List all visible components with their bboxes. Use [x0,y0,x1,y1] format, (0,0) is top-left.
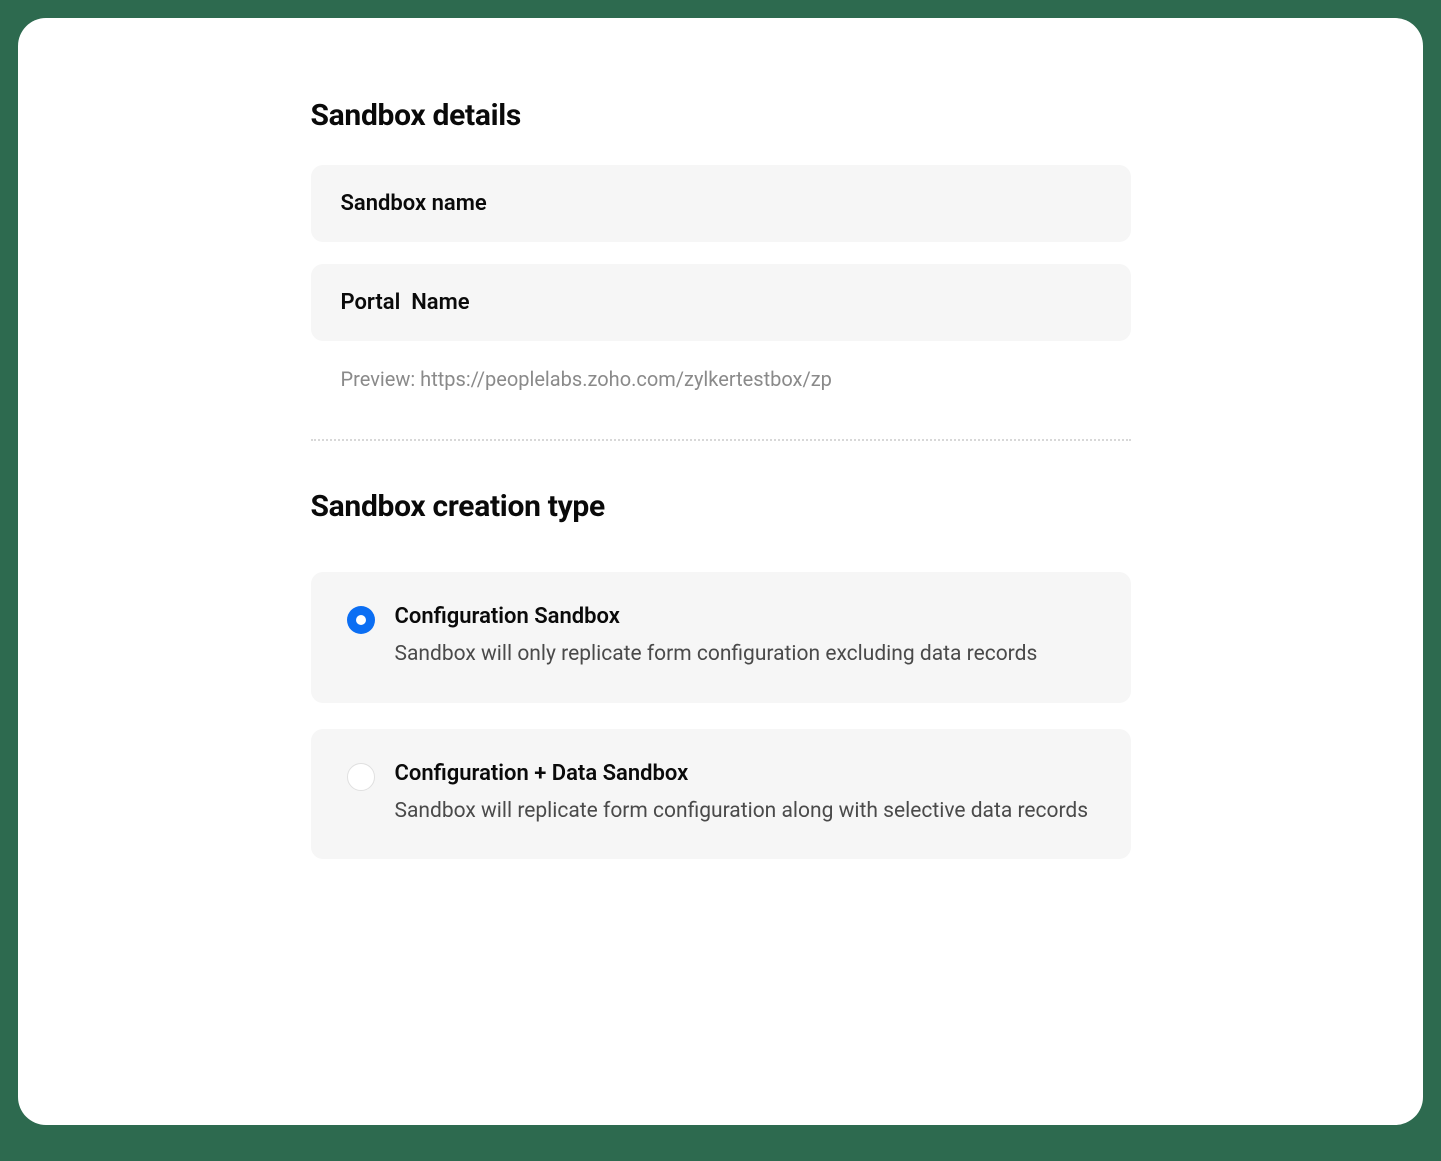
sandbox-name-input[interactable] [311,165,1131,242]
sandbox-creation-type-heading: Sandbox creation type [311,489,1131,524]
main-window: Sandbox details Preview: https://peoplel… [18,18,1423,1125]
radio-option-description: Sandbox will replicate form configuratio… [395,796,1095,828]
content-container: Sandbox details Preview: https://peoplel… [311,98,1131,859]
radio-option-title: Configuration Sandbox [395,604,1095,629]
radio-button-unselected-icon [347,763,375,791]
radio-button-selected-icon [347,606,375,634]
portal-name-input[interactable] [311,264,1131,341]
preview-url-text: Preview: https://peoplelabs.zoho.com/zyl… [311,367,1131,391]
radio-option-title: Configuration + Data Sandbox [395,761,1095,786]
radio-content: Configuration Sandbox Sandbox will only … [395,604,1095,671]
radio-option-description: Sandbox will only replicate form configu… [395,639,1095,671]
radio-option-configuration-data-sandbox[interactable]: Configuration + Data Sandbox Sandbox wil… [311,729,1131,860]
sandbox-details-heading: Sandbox details [311,98,1131,133]
radio-option-configuration-sandbox[interactable]: Configuration Sandbox Sandbox will only … [311,572,1131,703]
section-divider [311,439,1131,441]
radio-content: Configuration + Data Sandbox Sandbox wil… [395,761,1095,828]
